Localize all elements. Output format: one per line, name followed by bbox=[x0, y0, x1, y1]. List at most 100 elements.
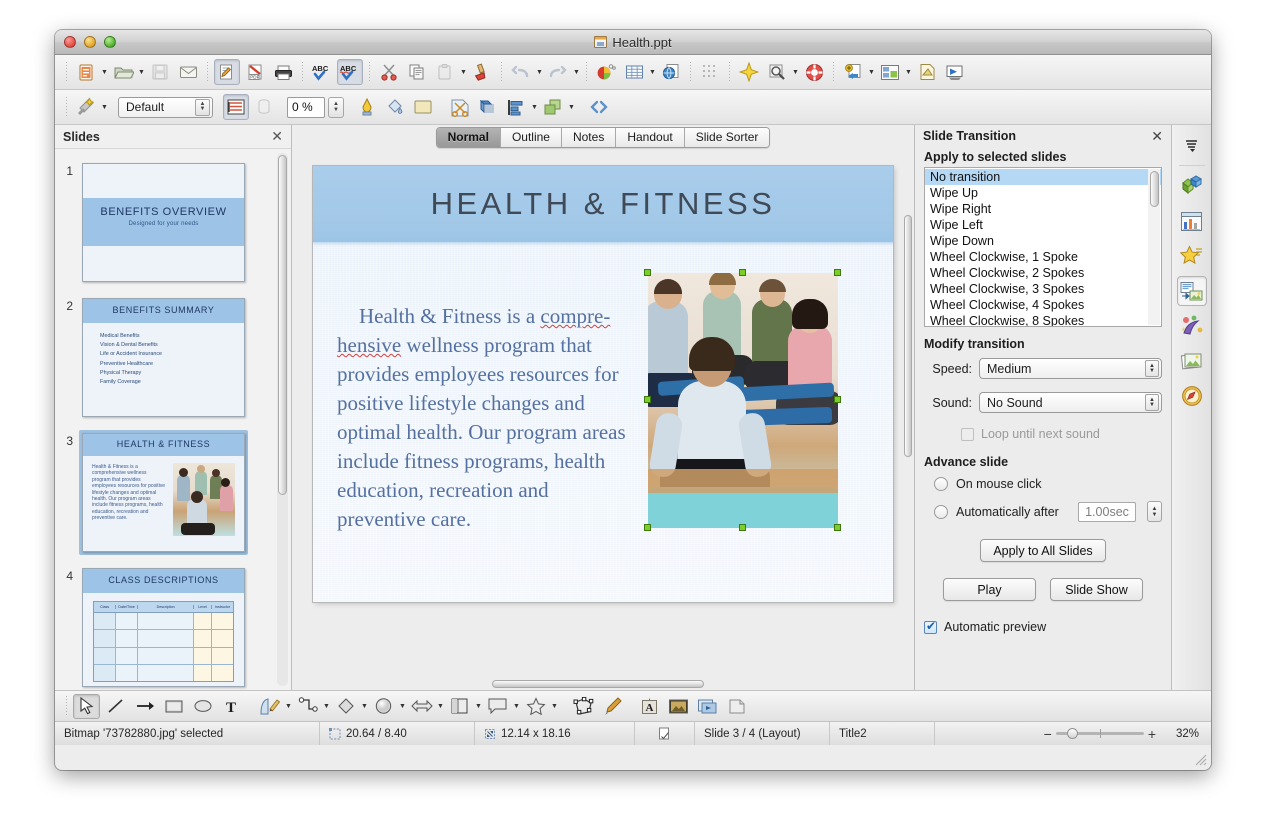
chart-layout-icon[interactable] bbox=[1177, 206, 1207, 236]
resize-handle-s[interactable] bbox=[739, 524, 746, 531]
flowchart-button[interactable] bbox=[446, 694, 473, 719]
insert-table-button[interactable] bbox=[621, 59, 647, 85]
loop-checkbox[interactable] bbox=[961, 427, 974, 441]
resize-handle-nw[interactable] bbox=[644, 269, 651, 276]
insert-table-dropdown[interactable]: ▼ bbox=[648, 59, 657, 85]
play-button[interactable]: Play bbox=[943, 578, 1036, 601]
display-grid-button[interactable] bbox=[697, 59, 723, 85]
automatic-preview-row[interactable]: Automatic preview bbox=[915, 607, 1171, 639]
insert-media-button[interactable] bbox=[694, 694, 721, 719]
transition-option-wheel-3-spokes[interactable]: Wheel Clockwise, 3 Spokes bbox=[925, 281, 1161, 297]
line-style-button[interactable] bbox=[223, 94, 249, 120]
gallery-photos-icon[interactable] bbox=[1177, 346, 1207, 376]
arrow-tool-button[interactable] bbox=[131, 694, 158, 719]
resize-handle-ne[interactable] bbox=[834, 269, 841, 276]
slide-thumbnail-2[interactable]: BENEFITS SUMMARY Medical Benefits Vision… bbox=[82, 298, 245, 417]
view-tabs[interactable]: Normal Outline Notes Handout Slide Sorte… bbox=[292, 125, 914, 150]
transition-list[interactable]: No transition Wipe Up Wipe Right Wipe Le… bbox=[924, 167, 1162, 327]
styles-wand-dropdown[interactable]: ▼ bbox=[100, 94, 109, 120]
rectangle-tool-button[interactable] bbox=[160, 694, 187, 719]
slide-design-button[interactable] bbox=[914, 59, 940, 85]
list-item[interactable]: 4 CLASS DESCRIPTIONS Class Date/Time Des… bbox=[55, 560, 291, 690]
resize-handle-n[interactable] bbox=[739, 269, 746, 276]
copy-button[interactable] bbox=[404, 59, 430, 85]
task-pane-icon-strip[interactable] bbox=[1171, 125, 1211, 690]
stars-button[interactable] bbox=[522, 694, 549, 719]
slide-body-text[interactable]: Health & Fitness is a compre-hensive wel… bbox=[337, 302, 637, 534]
slide-show-button[interactable]: Slide Show bbox=[1050, 578, 1143, 601]
list-item[interactable]: 1 BENEFITS OVERVIEW Designed for your ne… bbox=[55, 155, 291, 290]
fill-color-button[interactable] bbox=[410, 94, 436, 120]
select-tool-button[interactable] bbox=[73, 693, 100, 719]
flowchart-dropdown[interactable]: ▼ bbox=[474, 693, 483, 719]
arrange-dropdown[interactable]: ▼ bbox=[567, 94, 576, 120]
help-button[interactable] bbox=[801, 59, 827, 85]
insert-chart-button[interactable] bbox=[593, 59, 619, 85]
drawing-toolbar[interactable]: T ▼ ▼ ▼ ▼ ▼ ▼ ▼ ▼ A bbox=[55, 690, 1211, 722]
speed-stepper-icon[interactable]: ▲ ▼ bbox=[1145, 360, 1159, 377]
redo-dropdown[interactable]: ▼ bbox=[572, 59, 581, 85]
star-icon[interactable] bbox=[1177, 241, 1207, 271]
slide-thumbnail-3[interactable]: HEALTH & FITNESS Health & Fitness is a c… bbox=[82, 433, 245, 552]
basic-shapes-dropdown[interactable]: ▼ bbox=[360, 693, 369, 719]
tab-outline[interactable]: Outline bbox=[500, 128, 562, 147]
zoom-window-button[interactable] bbox=[104, 36, 116, 48]
open-document-dropdown[interactable]: ▼ bbox=[137, 59, 146, 85]
zoom-knob[interactable] bbox=[1066, 728, 1078, 739]
automatic-preview-checkbox[interactable] bbox=[924, 619, 937, 634]
save-document-button[interactable] bbox=[147, 59, 173, 85]
autospellcheck-button[interactable]: ABC bbox=[337, 59, 363, 85]
curve-dropdown[interactable]: ▼ bbox=[284, 693, 293, 719]
slide-layout-button[interactable] bbox=[877, 59, 903, 85]
glue-points-button[interactable] bbox=[598, 694, 625, 719]
close-window-button[interactable] bbox=[64, 36, 76, 48]
slide-surface[interactable]: HEALTH & FITNESS Health & Fitness is a c… bbox=[313, 166, 893, 602]
undo-button[interactable] bbox=[508, 59, 534, 85]
hyperlink-button[interactable] bbox=[658, 59, 684, 85]
canvas-vertical-scrollbar[interactable] bbox=[902, 175, 914, 666]
zoom-track[interactable] bbox=[1055, 728, 1144, 739]
transition-option-wipe-down[interactable]: Wipe Down bbox=[925, 233, 1161, 249]
insert-image-button[interactable] bbox=[665, 694, 692, 719]
resize-handle-se[interactable] bbox=[834, 524, 841, 531]
tab-handout[interactable]: Handout bbox=[616, 128, 685, 147]
zoom-cell[interactable]: − + 32% bbox=[935, 722, 1211, 745]
minimize-window-button[interactable] bbox=[84, 36, 96, 48]
ellipse-tool-button[interactable] bbox=[189, 694, 216, 719]
email-document-button[interactable] bbox=[175, 59, 201, 85]
thumb-wrap[interactable]: CLASS DESCRIPTIONS Class Date/Time Descr… bbox=[79, 565, 248, 690]
callouts-button[interactable] bbox=[484, 694, 511, 719]
symbol-shapes-button[interactable] bbox=[370, 694, 397, 719]
print-button[interactable] bbox=[270, 59, 296, 85]
block-arrows-button[interactable] bbox=[408, 694, 435, 719]
slides-scrollbar-thumb[interactable] bbox=[278, 155, 287, 495]
rotate-button[interactable] bbox=[723, 694, 750, 719]
page-title[interactable]: HEALTH & FITNESS bbox=[313, 186, 893, 222]
speed-select[interactable]: Medium ▲ ▼ bbox=[979, 358, 1162, 379]
canvas-hscroll-thumb[interactable] bbox=[492, 680, 704, 688]
resize-handle-w[interactable] bbox=[644, 396, 651, 403]
line-color-button[interactable] bbox=[354, 94, 380, 120]
advance-time-field[interactable]: 1.00sec bbox=[1078, 501, 1136, 522]
transition-options[interactable]: No transition Wipe Up Wipe Right Wipe Le… bbox=[925, 168, 1161, 326]
alignment-dropdown[interactable]: ▼ bbox=[530, 94, 539, 120]
tab-slide-sorter[interactable]: Slide Sorter bbox=[684, 128, 770, 147]
symbol-shapes-dropdown[interactable]: ▼ bbox=[398, 693, 407, 719]
window-controls[interactable] bbox=[64, 36, 116, 48]
effects-button[interactable] bbox=[736, 59, 762, 85]
transition-option-wheel-1-spoke[interactable]: Wheel Clockwise, 1 Spoke bbox=[925, 249, 1161, 265]
alignment-button[interactable] bbox=[503, 94, 529, 120]
new-slide-button[interactable] bbox=[840, 59, 866, 85]
canvas-vscroll-thumb[interactable] bbox=[904, 215, 912, 457]
thumb-wrap[interactable]: BENEFITS SUMMARY Medical Benefits Vision… bbox=[79, 295, 248, 420]
text-tool-button[interactable]: T bbox=[218, 694, 245, 719]
arrange-button[interactable] bbox=[540, 94, 566, 120]
transition-option-wipe-left[interactable]: Wipe Left bbox=[925, 217, 1161, 233]
zoom-button[interactable] bbox=[764, 59, 790, 85]
yoga-class-photo[interactable] bbox=[648, 273, 838, 528]
export-pdf-button[interactable]: PDF bbox=[242, 59, 268, 85]
shadow-button[interactable] bbox=[475, 94, 501, 120]
zoom-slider[interactable]: − + bbox=[1044, 726, 1156, 742]
line-tool-button[interactable] bbox=[102, 694, 129, 719]
slide-canvas[interactable]: HEALTH & FITNESS Health & Fitness is a c… bbox=[292, 150, 914, 678]
